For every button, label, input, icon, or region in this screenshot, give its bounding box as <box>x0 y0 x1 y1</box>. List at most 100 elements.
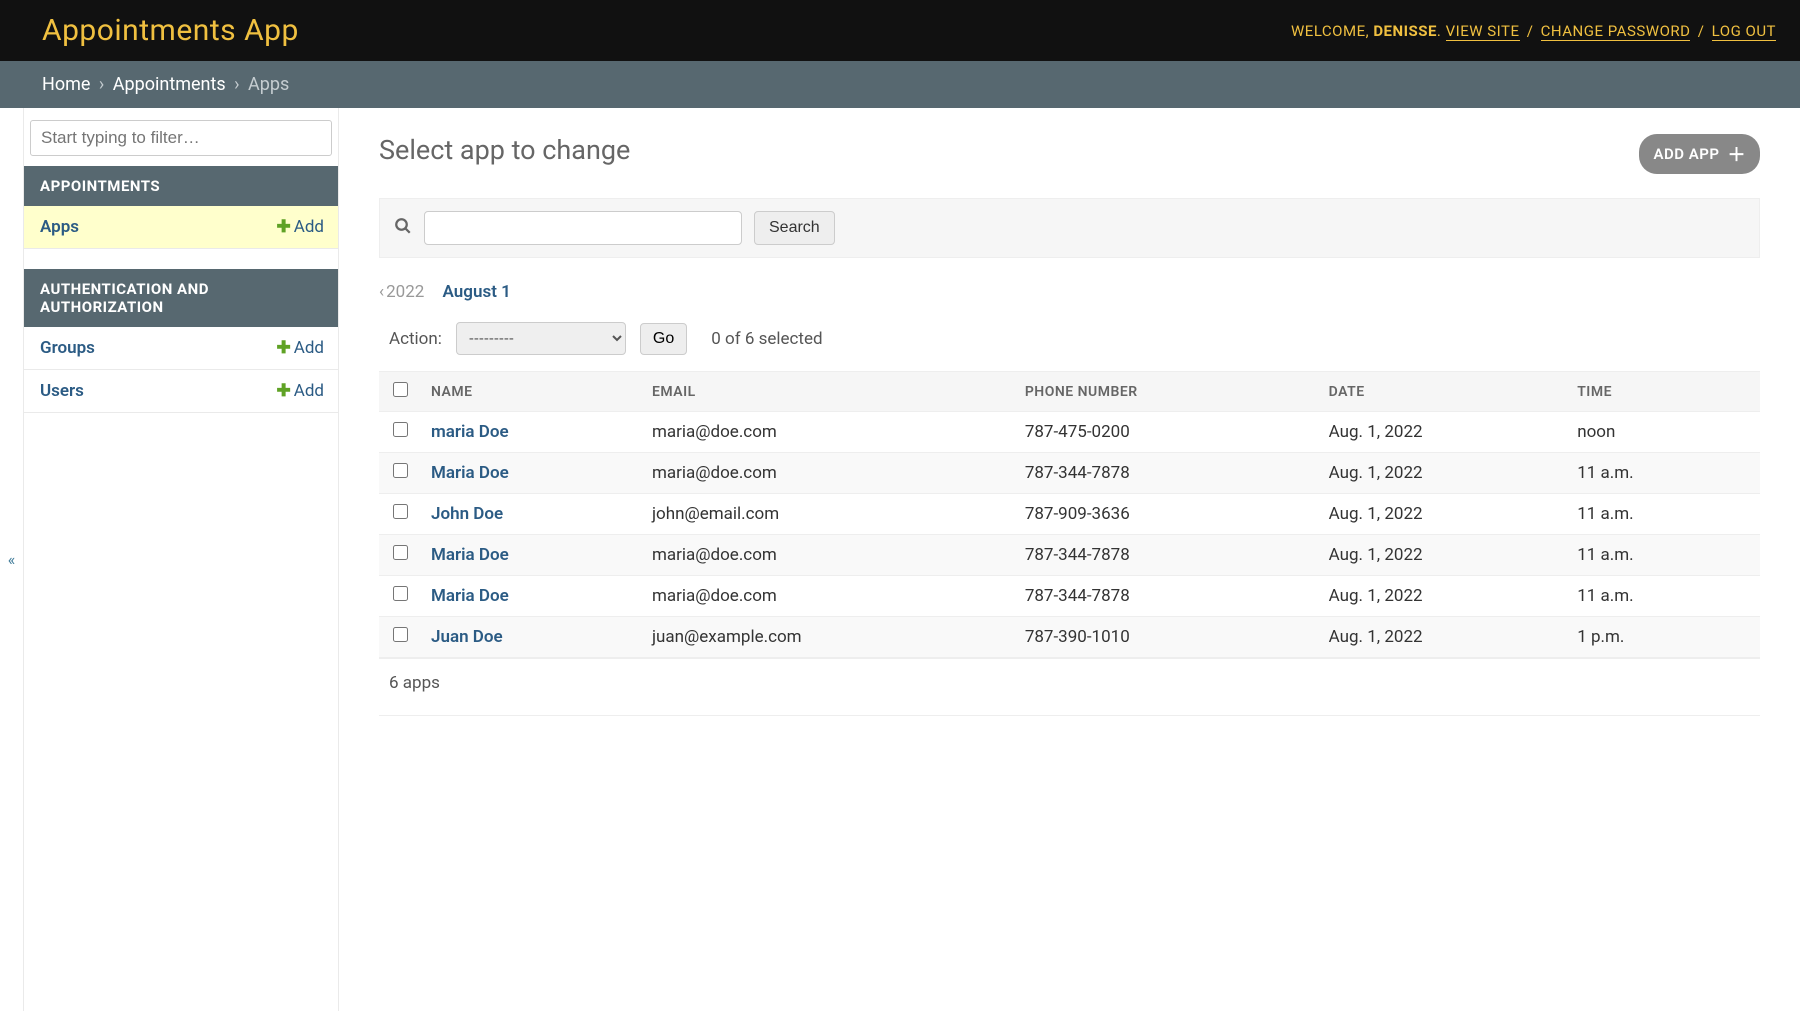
plus-icon: ＋ <box>1728 141 1747 167</box>
select-all-checkbox[interactable] <box>393 382 408 397</box>
view-site-link[interactable]: VIEW SITE <box>1446 22 1520 41</box>
row-name-link[interactable]: Maria Doe <box>431 545 509 565</box>
row-date: Aug. 1, 2022 <box>1319 412 1568 453</box>
table-row: Maria Doe maria@doe.com787-344-7878Aug. 1… <box>379 453 1760 494</box>
row-email: juan@example.com <box>642 617 1015 659</box>
username: DENISSE <box>1373 22 1437 40</box>
content: Select app to change ADD APP ＋ Search ‹2… <box>339 108 1800 1011</box>
logout-link[interactable]: LOG OUT <box>1712 22 1776 41</box>
sidebar-model-row: Groups ✚Add <box>24 327 338 370</box>
row-email: john@email.com <box>642 494 1015 535</box>
breadcrumb: Home › Appointments › Apps <box>0 61 1800 108</box>
sidebar-add-link[interactable]: ✚Add <box>276 381 324 401</box>
column-header-email[interactable]: EMAIL <box>642 372 1015 412</box>
row-phone: 787-475-0200 <box>1015 412 1319 453</box>
row-phone: 787-344-7878 <box>1015 453 1319 494</box>
welcome-text: WELCOME, <box>1291 22 1369 40</box>
table-row: Juan Doe juan@example.com787-390-1010Aug.… <box>379 617 1760 659</box>
row-checkbox[interactable] <box>393 545 408 560</box>
row-phone: 787-390-1010 <box>1015 617 1319 659</box>
row-name-link[interactable]: Maria Doe <box>431 586 509 606</box>
sidebar-module: APPOINTMENTS Apps ✚Add <box>24 166 338 249</box>
plus-icon: ✚ <box>276 381 290 401</box>
sidebar-add-link[interactable]: ✚Add <box>276 217 324 237</box>
row-phone: 787-344-7878 <box>1015 576 1319 617</box>
nav-toggle[interactable]: « <box>0 108 24 1011</box>
action-select[interactable]: --------- <box>456 322 626 355</box>
selection-counter: 0 of 6 selected <box>711 329 822 349</box>
row-time: 11 a.m. <box>1567 535 1760 576</box>
sidebar-add-link[interactable]: ✚Add <box>276 338 324 358</box>
column-header-name[interactable]: NAME <box>421 372 642 412</box>
sidebar-section-caption: AUTHENTICATION AND AUTHORIZATION <box>24 269 338 327</box>
row-time: 11 a.m. <box>1567 453 1760 494</box>
search-toolbar: Search <box>379 198 1760 258</box>
row-phone: 787-909-3636 <box>1015 494 1319 535</box>
change-password-link[interactable]: CHANGE PASSWORD <box>1541 22 1691 41</box>
row-checkbox[interactable] <box>393 627 408 642</box>
header: Appointments App WELCOME, DENISSE. VIEW … <box>0 0 1800 61</box>
column-header-date[interactable]: DATE <box>1319 372 1568 412</box>
site-name[interactable]: Appointments App <box>42 13 299 48</box>
row-checkbox[interactable] <box>393 422 408 437</box>
search-input[interactable] <box>424 211 742 245</box>
column-header-phone[interactable]: PHONE NUMBER <box>1015 372 1319 412</box>
row-name-link[interactable]: Maria Doe <box>431 463 509 483</box>
date-hierarchy: ‹2022 August 1 <box>379 282 1760 302</box>
add-label: Add <box>294 381 324 401</box>
row-date: Aug. 1, 2022 <box>1319 494 1568 535</box>
row-email: maria@doe.com <box>642 576 1015 617</box>
row-email: maria@doe.com <box>642 535 1015 576</box>
row-phone: 787-344-7878 <box>1015 535 1319 576</box>
row-checkbox[interactable] <box>393 586 408 601</box>
row-checkbox[interactable] <box>393 504 408 519</box>
row-time: 1 p.m. <box>1567 617 1760 659</box>
sidebar-model-link[interactable]: Users <box>40 381 84 401</box>
sidebar-model-row: Users ✚Add <box>24 370 338 413</box>
action-go-button[interactable]: Go <box>640 323 687 355</box>
row-date: Aug. 1, 2022 <box>1319 576 1568 617</box>
sidebar-model-link[interactable]: Apps <box>40 217 79 237</box>
paginator: 6 apps <box>379 659 1760 716</box>
sidebar-model-row: Apps ✚Add <box>24 206 338 249</box>
breadcrumb-home[interactable]: Home <box>42 74 90 95</box>
row-date: Aug. 1, 2022 <box>1319 617 1568 659</box>
breadcrumb-current: Apps <box>248 74 289 95</box>
date-hierarchy-current[interactable]: August 1 <box>443 282 511 302</box>
plus-icon: ✚ <box>276 217 290 237</box>
row-email: maria@doe.com <box>642 412 1015 453</box>
row-date: Aug. 1, 2022 <box>1319 453 1568 494</box>
page-title: Select app to change <box>379 134 630 166</box>
action-label: Action: <box>389 329 442 349</box>
table-row: John Doe john@email.com787-909-3636Aug. 1… <box>379 494 1760 535</box>
add-label: Add <box>294 338 324 358</box>
add-app-button[interactable]: ADD APP ＋ <box>1639 134 1760 174</box>
actions-bar: Action: --------- Go 0 of 6 selected <box>379 320 1760 357</box>
row-name-link[interactable]: maria Doe <box>431 422 509 442</box>
collapse-icon: « <box>8 550 16 569</box>
add-app-label: ADD APP <box>1653 145 1719 163</box>
row-checkbox[interactable] <box>393 463 408 478</box>
row-time: 11 a.m. <box>1567 576 1760 617</box>
date-hierarchy-back[interactable]: ‹2022 <box>379 282 424 302</box>
sidebar-section-caption: APPOINTMENTS <box>24 166 338 206</box>
row-email: maria@doe.com <box>642 453 1015 494</box>
add-label: Add <box>294 217 324 237</box>
row-date: Aug. 1, 2022 <box>1319 535 1568 576</box>
sidebar-module: AUTHENTICATION AND AUTHORIZATIONGroups✚A… <box>24 269 338 413</box>
table-row: maria Doe maria@doe.com787-475-0200Aug. 1… <box>379 412 1760 453</box>
sidebar-model-link[interactable]: Groups <box>40 338 95 358</box>
search-icon <box>394 217 412 240</box>
breadcrumb-app[interactable]: Appointments <box>113 74 226 95</box>
row-time: noon <box>1567 412 1760 453</box>
column-header-time[interactable]: TIME <box>1567 372 1760 412</box>
table-row: Maria Doe maria@doe.com787-344-7878Aug. 1… <box>379 535 1760 576</box>
nav-filter-input[interactable] <box>30 120 332 156</box>
user-tools: WELCOME, DENISSE. VIEW SITE / CHANGE PAS… <box>1291 22 1776 40</box>
row-name-link[interactable]: Juan Doe <box>431 627 503 647</box>
nav-sidebar: APPOINTMENTSApps✚AddAUTHENTICATION AND A… <box>24 108 339 1011</box>
row-name-link[interactable]: John Doe <box>431 504 503 524</box>
plus-icon: ✚ <box>276 338 290 358</box>
search-button[interactable]: Search <box>754 211 835 245</box>
table-row: Maria Doe maria@doe.com787-344-7878Aug. 1… <box>379 576 1760 617</box>
